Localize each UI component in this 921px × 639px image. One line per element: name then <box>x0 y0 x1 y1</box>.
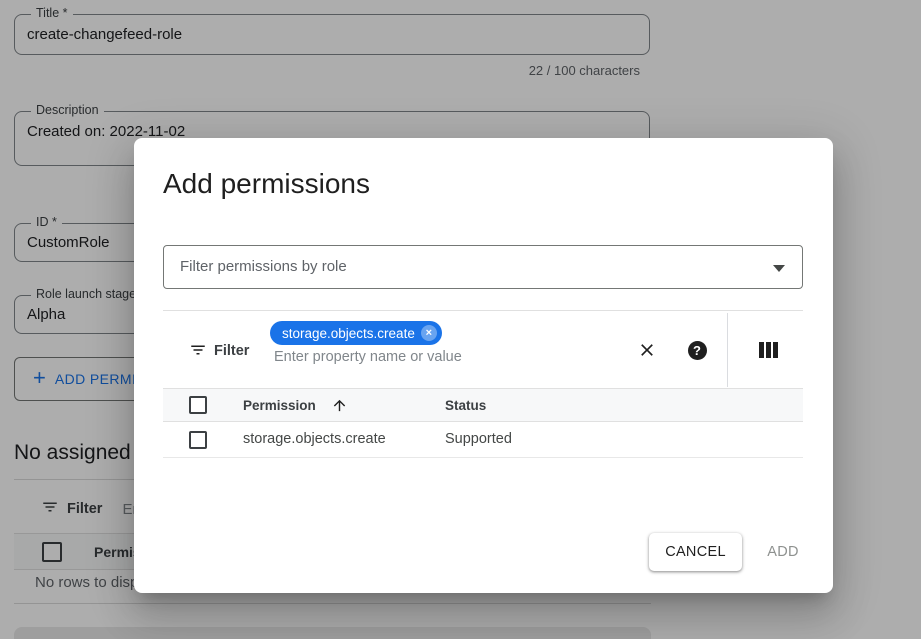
create-role-page: Title * 22 / 100 characters Description … <box>0 0 921 639</box>
permissions-table-header-row: Permission Status <box>163 388 803 422</box>
chip-remove-icon[interactable]: × <box>421 325 437 341</box>
permissions-table: Filter storage.objects.create × ? <box>163 310 803 458</box>
role-select-placeholder: Filter permissions by role <box>180 258 347 275</box>
permission-table-row[interactable]: storage.objects.create Supported <box>163 422 803 458</box>
permissions-filter-toolbar: Filter storage.objects.create × ? <box>163 310 803 388</box>
filter-chip[interactable]: storage.objects.create × <box>270 321 442 345</box>
select-all-checkbox[interactable] <box>189 396 207 414</box>
permission-column-header[interactable]: Permission <box>243 398 316 413</box>
dialog-title: Add permissions <box>163 168 370 200</box>
chevron-down-icon <box>773 265 785 272</box>
filter-chip-label: storage.objects.create <box>282 326 415 341</box>
clear-filters-button[interactable] <box>637 340 657 360</box>
column-display-options-icon[interactable] <box>759 342 778 358</box>
filter-label: Filter <box>214 343 249 359</box>
status-cell: Supported <box>445 431 512 447</box>
cancel-button[interactable]: CANCEL <box>649 533 742 571</box>
sort-ascending-icon[interactable] <box>331 397 348 419</box>
filter-list-icon <box>189 341 207 364</box>
row-checkbox[interactable] <box>189 431 207 449</box>
toolbar-divider <box>727 313 728 387</box>
filter-input[interactable] <box>274 349 574 365</box>
add-button[interactable]: ADD <box>754 533 812 571</box>
add-permissions-dialog: Add permissions Filter permissions by ro… <box>134 138 833 593</box>
permission-cell: storage.objects.create <box>243 431 386 447</box>
help-icon[interactable]: ? <box>687 340 707 360</box>
status-column-header[interactable]: Status <box>445 398 486 413</box>
filter-permissions-by-role-select[interactable]: Filter permissions by role <box>163 245 803 289</box>
